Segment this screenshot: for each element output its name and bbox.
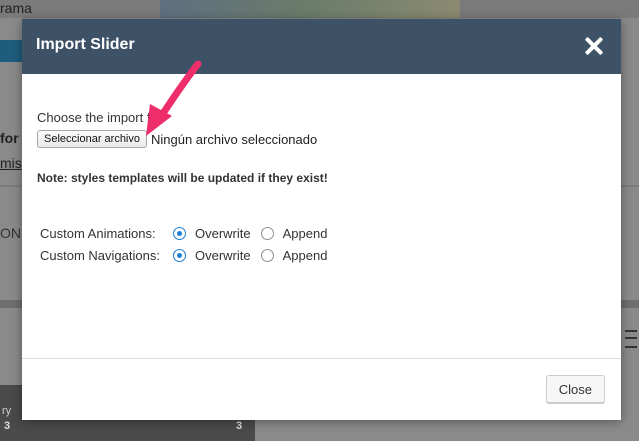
background-banner-image <box>160 0 460 18</box>
custom-animations-row: Custom Animations: Overwrite Append <box>40 226 337 241</box>
file-status-text: Ningún archivo seleccionado <box>151 131 318 147</box>
option-choice-label: Overwrite <box>195 226 251 241</box>
navigations-overwrite-radio[interactable] <box>173 249 186 262</box>
close-button[interactable]: Close <box>545 375 605 403</box>
background-text: rama <box>0 0 32 16</box>
choose-file-label: Choose the import file <box>37 110 164 125</box>
file-input: Seleccionar archivo Ningún archivo selec… <box>37 129 317 149</box>
dialog-footer: Close <box>22 358 621 420</box>
background-number: 3 <box>4 420 11 432</box>
import-slider-dialog: Import Slider Choose the import file Sel… <box>22 19 621 420</box>
option-choice-label: Overwrite <box>195 248 251 263</box>
animations-append-radio[interactable] <box>260 227 274 240</box>
select-file-button[interactable]: Seleccionar archivo <box>37 130 147 148</box>
background-text: for <box>0 130 19 146</box>
dialog-title: Import Slider <box>36 36 135 53</box>
navigations-append-radio[interactable] <box>260 249 274 262</box>
menu-icon <box>625 330 637 348</box>
dialog-header: Import Slider <box>22 19 621 74</box>
option-label: Custom Animations: <box>40 226 156 241</box>
background-number: 3 <box>236 420 243 432</box>
background-button <box>0 40 22 62</box>
background-link: mis <box>0 155 22 171</box>
background-text: ON <box>0 225 21 241</box>
option-label: Custom Navigations: <box>40 248 160 263</box>
close-icon[interactable] <box>583 35 605 57</box>
background-text: ry <box>2 405 12 417</box>
styles-note: Note: styles templates will be updated i… <box>37 171 328 185</box>
option-choice-label: Append <box>282 248 328 263</box>
custom-navigations-row: Custom Navigations: Overwrite Append <box>40 248 337 263</box>
option-choice-label: Append <box>282 226 328 241</box>
animations-overwrite-radio[interactable] <box>173 227 186 240</box>
